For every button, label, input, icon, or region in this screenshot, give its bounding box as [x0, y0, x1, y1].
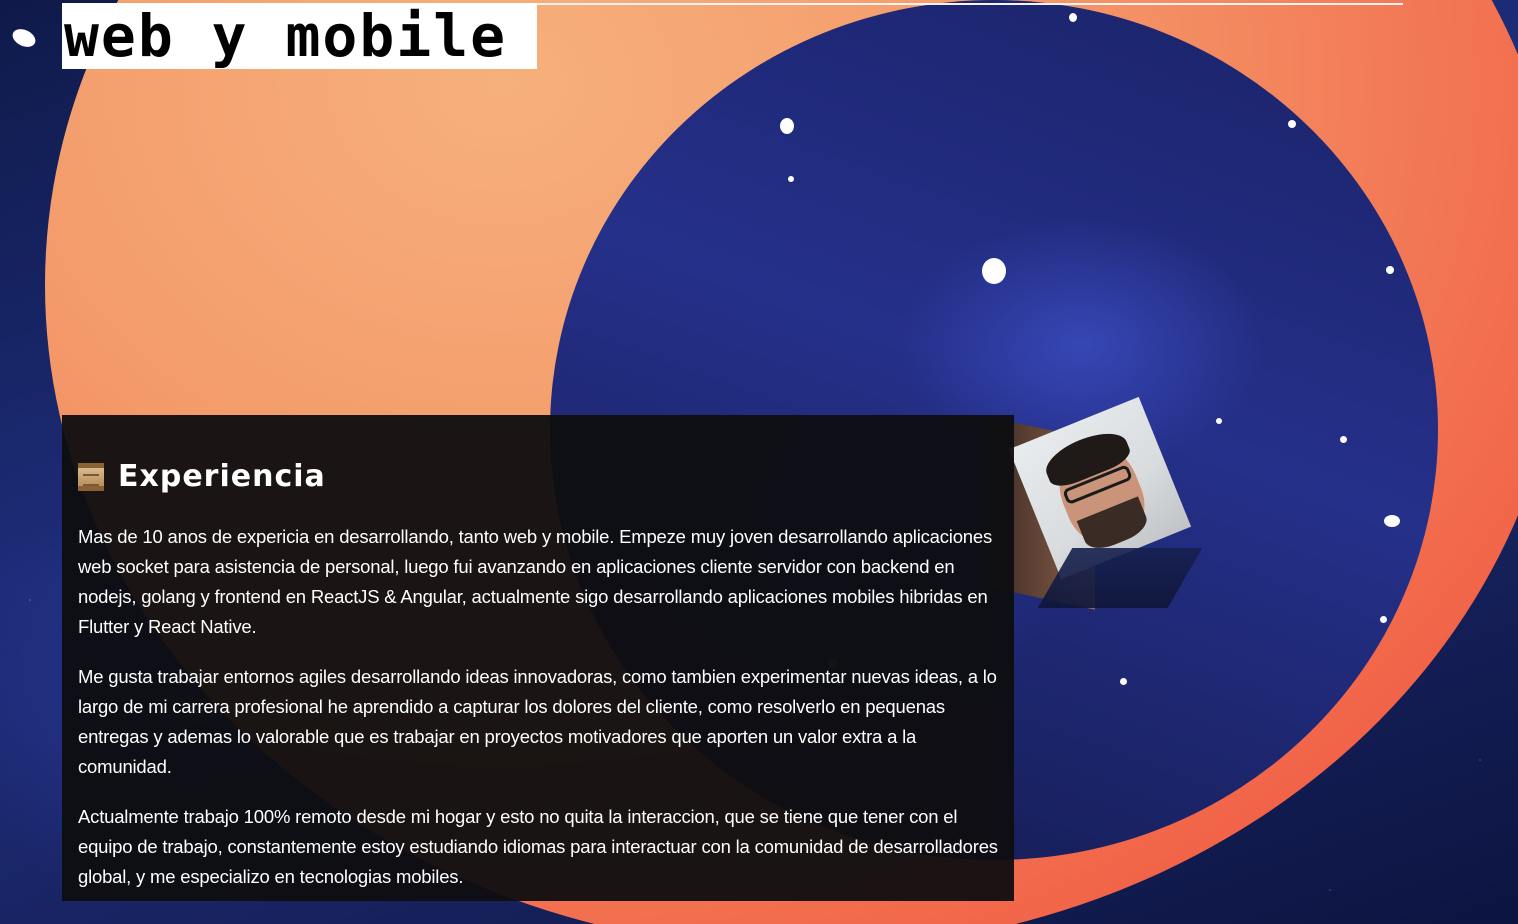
star-dot	[1386, 266, 1394, 274]
star-dot	[1384, 515, 1400, 527]
star-dot	[1288, 120, 1296, 128]
star-dot	[788, 176, 794, 182]
page-title: web y mobile	[64, 3, 508, 69]
header-title-box: web y mobile	[62, 3, 537, 69]
star-dot	[1340, 436, 1347, 443]
scroll-icon	[78, 462, 104, 491]
experience-paragraph: Mas de 10 anos de expericia en desarroll…	[78, 526, 993, 637]
experience-heading: Experiencia	[78, 459, 998, 494]
rotating-photo-cube[interactable]	[985, 396, 1203, 610]
star-dot	[780, 118, 794, 134]
space-background: web y mobile Experiencia Mas de 10 anos …	[0, 0, 1518, 924]
top-divider	[537, 3, 1403, 5]
experience-paragraph: Actualmente trabajo 100% remoto desde mi…	[78, 806, 998, 887]
experience-heading-text: Experiencia	[118, 459, 326, 494]
experience-paragraph: Me gusta trabajar entornos agiles desarr…	[78, 666, 997, 777]
star-dot	[1120, 678, 1127, 685]
star-dot	[1069, 13, 1077, 22]
star-dot	[1380, 616, 1387, 623]
star-dot	[1216, 418, 1222, 424]
star-dot	[982, 258, 1006, 284]
experience-panel: Experiencia Mas de 10 anos de expericia …	[62, 415, 1014, 901]
